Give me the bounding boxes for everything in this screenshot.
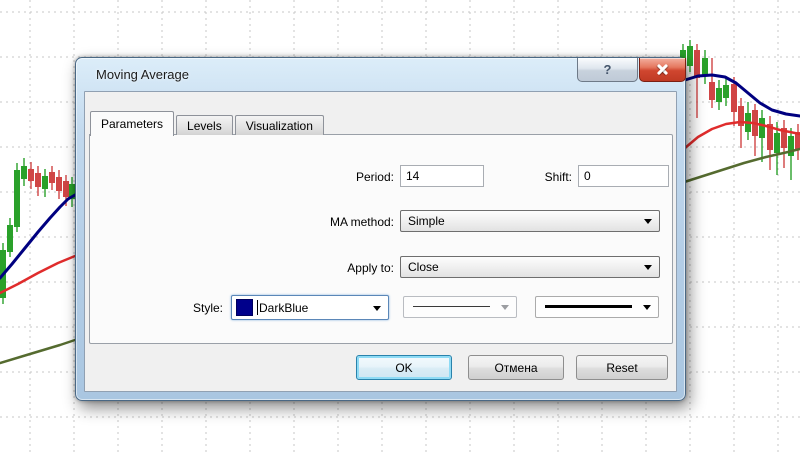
style-color-name: DarkBlue xyxy=(259,301,308,315)
line-width-select[interactable] xyxy=(535,296,659,318)
dialog-title: Moving Average xyxy=(96,67,189,82)
moving-average-dialog: Moving Average ? Parameters Levels Visua… xyxy=(75,57,686,401)
style-label: Style: xyxy=(105,297,223,319)
help-icon: ? xyxy=(604,62,612,77)
reset-button[interactable]: Reset xyxy=(576,355,668,380)
chevron-down-icon xyxy=(501,305,509,310)
tab-levels[interactable]: Levels xyxy=(176,115,233,135)
ma-method-label: MA method: xyxy=(265,211,394,233)
period-label: Period: xyxy=(265,166,394,188)
style-color-select[interactable]: DarkBlue xyxy=(231,295,389,320)
ma-method-value: Simple xyxy=(408,214,445,228)
ma-method-select[interactable]: Simple xyxy=(400,210,660,232)
tab-visualization[interactable]: Visualization xyxy=(235,115,324,135)
shift-input[interactable] xyxy=(578,165,669,187)
period-input[interactable] xyxy=(400,165,484,187)
style-color-swatch xyxy=(236,299,253,316)
apply-to-value: Close xyxy=(408,260,439,274)
dialog-titlebar[interactable]: Moving Average ? xyxy=(76,58,685,91)
text-caret xyxy=(257,300,258,315)
cancel-button[interactable]: Отмена xyxy=(468,355,564,380)
apply-to-label: Apply to: xyxy=(265,257,394,279)
tab-parameters[interactable]: Parameters xyxy=(90,111,174,136)
thick-line-icon xyxy=(545,305,632,308)
line-style-select xyxy=(403,296,517,318)
help-button[interactable]: ? xyxy=(577,58,638,82)
close-button[interactable] xyxy=(639,58,686,82)
shift-label: Shift: xyxy=(505,166,572,188)
chevron-down-icon xyxy=(644,265,652,270)
thin-line-icon xyxy=(413,306,490,307)
close-icon xyxy=(657,64,668,75)
chevron-down-icon xyxy=(643,305,651,310)
tab-bar: Parameters Levels Visualization xyxy=(90,109,326,135)
apply-to-select[interactable]: Close xyxy=(400,256,660,278)
dialog-client-area: Parameters Levels Visualization Period: … xyxy=(84,91,677,392)
chevron-down-icon xyxy=(373,306,381,311)
ok-button[interactable]: OK xyxy=(356,355,452,380)
chevron-down-icon xyxy=(644,219,652,224)
